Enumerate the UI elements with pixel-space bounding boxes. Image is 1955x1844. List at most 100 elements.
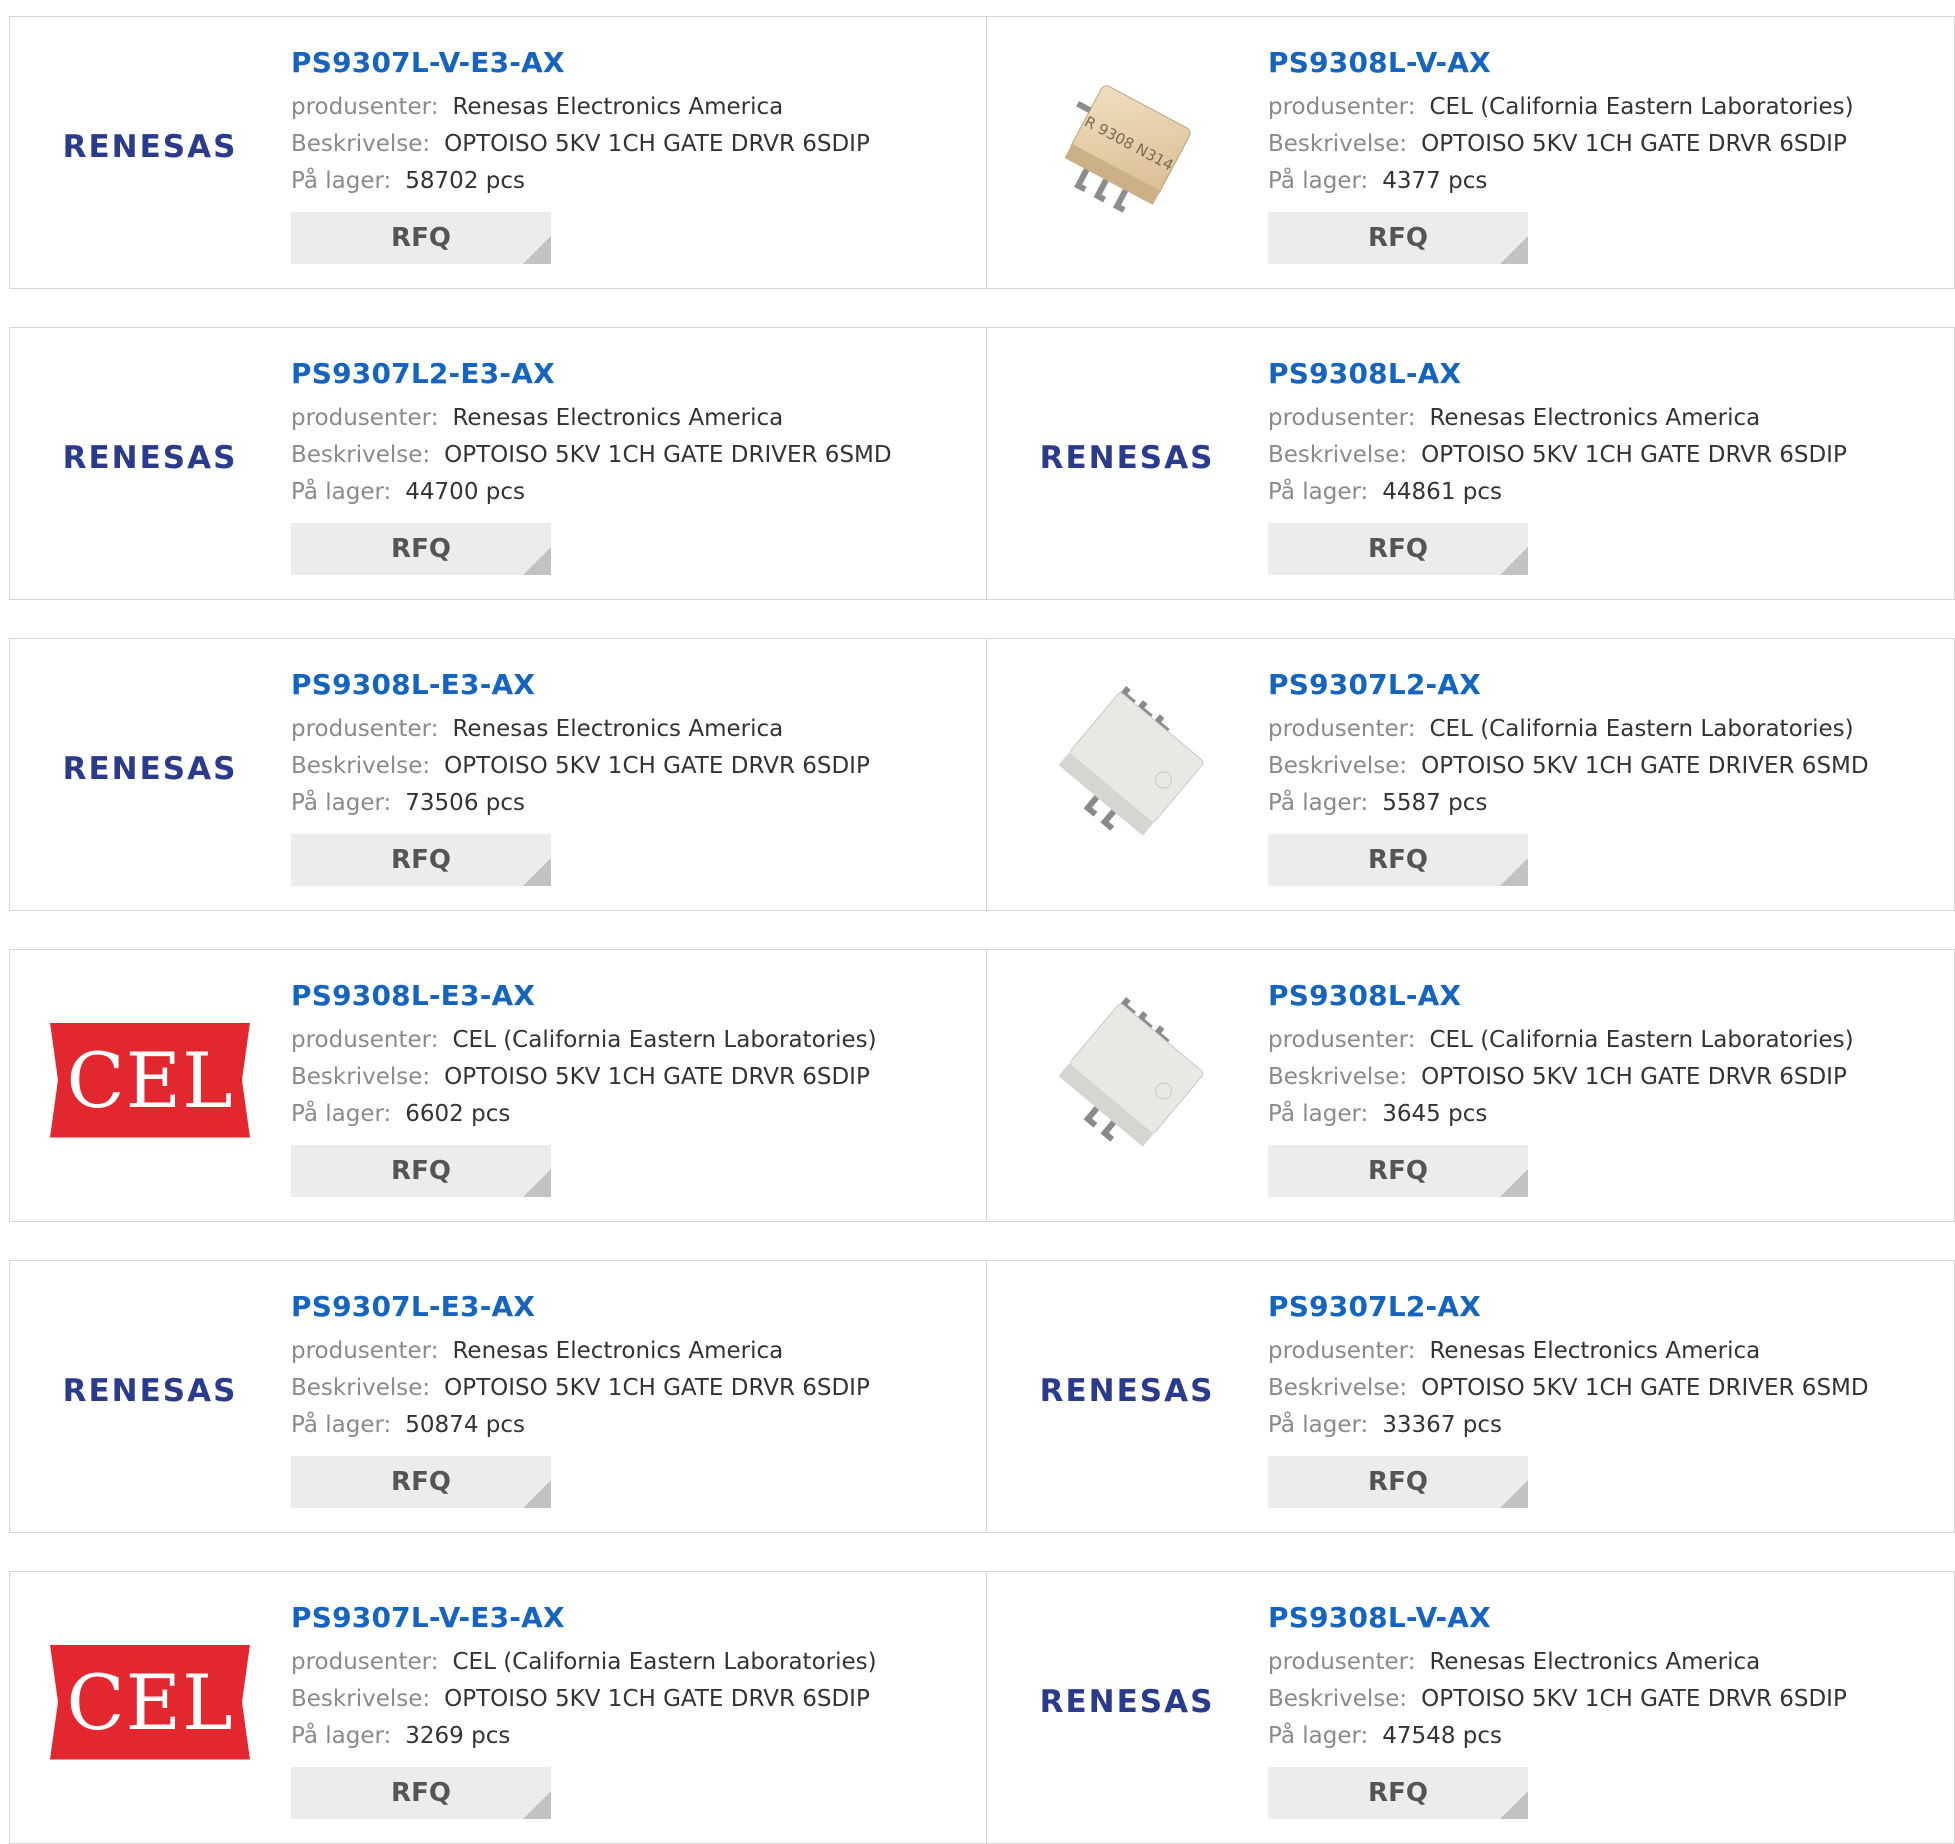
description-value: OPTOISO 5KV 1CH GATE DRIVER 6SMD — [1421, 753, 1869, 779]
rfq-button[interactable]: RFQ — [291, 834, 551, 886]
part-number-link[interactable]: PS9308L-V-AX — [1268, 45, 1948, 81]
description-label: Beskrivelse: — [1268, 1375, 1408, 1401]
product-card: RENESAS PS9307L-E3-AX produsenter: Renesa… — [10, 1261, 987, 1532]
product-image[interactable]: RENESAS — [50, 47, 250, 247]
product-card: R 9308 N314 PS9308L-V-AX produsenter: CEL… — [987, 17, 1955, 288]
rfq-button[interactable]: RFQ — [1268, 1767, 1528, 1819]
product-image[interactable]: CEL — [50, 980, 250, 1180]
description-line: Beskrivelse: OPTOISO 5KV 1CH GATE DRIVER … — [1268, 1370, 1948, 1407]
rfq-button[interactable]: RFQ — [291, 1767, 551, 1819]
optoisolator-chip-icon — [1058, 997, 1204, 1147]
stock-line: På lager: 58702 pcs — [291, 163, 971, 200]
product-card: CEL PS9307L-V-E3-AX produsenter: CEL (Cal… — [10, 1572, 987, 1843]
rfq-button[interactable]: RFQ — [1268, 834, 1528, 886]
renesas-logo: RENESAS — [1039, 440, 1215, 476]
stock-line: På lager: 4377 pcs — [1268, 163, 1948, 200]
manufacturer-line: produsenter: CEL (California Eastern Labo… — [291, 1644, 971, 1681]
rfq-label: RFQ — [391, 223, 451, 253]
stock-line: På lager: 50874 pcs — [291, 1407, 971, 1444]
product-info: PS9307L-V-E3-AX produsenter: CEL (Califor… — [291, 1600, 971, 1819]
manufacturer-label: produsenter: — [291, 1027, 439, 1053]
stock-label: På lager: — [1268, 790, 1369, 816]
product-image[interactable]: RENESAS — [1027, 358, 1227, 558]
product-card: RENESAS PS9307L2-AX produsenter: Renesas … — [987, 1261, 1955, 1532]
manufacturer-value: CEL (California Eastern Laboratories) — [452, 1027, 877, 1053]
stock-label: På lager: — [291, 479, 392, 505]
description-line: Beskrivelse: OPTOISO 5KV 1CH GATE DRVR 6S… — [291, 748, 971, 785]
part-number-link[interactable]: PS9308L-V-AX — [1268, 1600, 1948, 1636]
stock-label: På lager: — [291, 1412, 392, 1438]
manufacturer-label: produsenter: — [1268, 1027, 1416, 1053]
rfq-button[interactable]: RFQ — [1268, 1456, 1528, 1508]
manufacturer-label: produsenter: — [1268, 94, 1416, 120]
manufacturer-label: produsenter: — [1268, 1338, 1416, 1364]
description-line: Beskrivelse: OPTOISO 5KV 1CH GATE DRVR 6S… — [291, 1370, 971, 1407]
part-number-link[interactable]: PS9308L-E3-AX — [291, 978, 971, 1014]
rfq-button[interactable]: RFQ — [291, 212, 551, 264]
product-image[interactable]: RENESAS — [50, 358, 250, 558]
description-label: Beskrivelse: — [291, 1375, 431, 1401]
optoisolator-chip-icon: R 9308 N314 — [1064, 85, 1191, 213]
stock-label: På lager: — [291, 1723, 392, 1749]
stock-label: På lager: — [1268, 1101, 1369, 1127]
part-number-link[interactable]: PS9308L-E3-AX — [291, 667, 971, 703]
product-image[interactable]: CEL — [50, 1602, 250, 1802]
stock-label: På lager: — [291, 1101, 392, 1127]
product-card: RENESAS PS9308L-E3-AX produsenter: Renesa… — [10, 639, 987, 910]
manufacturer-line: produsenter: Renesas Electronics America — [291, 400, 971, 437]
stock-label: På lager: — [291, 168, 392, 194]
product-info: PS9307L2-AX produsenter: Renesas Electron… — [1268, 1289, 1948, 1508]
rfq-button[interactable]: RFQ — [291, 1456, 551, 1508]
description-line: Beskrivelse: OPTOISO 5KV 1CH GATE DRIVER … — [291, 437, 971, 474]
description-line: Beskrivelse: OPTOISO 5KV 1CH GATE DRVR 6S… — [1268, 1059, 1948, 1096]
manufacturer-line: produsenter: Renesas Electronics America — [291, 711, 971, 748]
product-image[interactable]: RENESAS — [1027, 1291, 1227, 1491]
product-info: PS9308L-E3-AX produsenter: Renesas Electr… — [291, 667, 971, 886]
product-image[interactable] — [1027, 669, 1227, 869]
corner-triangle-icon — [1500, 1169, 1528, 1197]
rfq-button[interactable]: RFQ — [291, 1145, 551, 1197]
part-number-link[interactable]: PS9307L2-AX — [1268, 667, 1948, 703]
product-card: PS9308L-AX produsenter: CEL (California E… — [987, 950, 1955, 1221]
part-number-link[interactable]: PS9308L-AX — [1268, 356, 1948, 392]
product-image[interactable] — [1027, 980, 1227, 1180]
stock-value: 3645 pcs — [1382, 1101, 1488, 1127]
product-card: RENESAS PS9308L-V-AX produsenter: Renesas… — [987, 1572, 1955, 1843]
part-number-link[interactable]: PS9308L-AX — [1268, 978, 1948, 1014]
corner-triangle-icon — [523, 1169, 551, 1197]
manufacturer-line: produsenter: Renesas Electronics America — [1268, 1333, 1948, 1370]
stock-line: På lager: 73506 pcs — [291, 785, 971, 822]
rfq-label: RFQ — [1368, 223, 1428, 253]
product-info: PS9307L2-E3-AX produsenter: Renesas Elect… — [291, 356, 971, 575]
description-line: Beskrivelse: OPTOISO 5KV 1CH GATE DRVR 6S… — [291, 126, 971, 163]
cel-logo: CEL — [50, 1022, 250, 1138]
optoisolator-chip-icon — [1058, 686, 1204, 836]
product-card: RENESAS PS9307L2-E3-AX produsenter: Renes… — [10, 328, 987, 599]
part-number-link[interactable]: PS9307L-V-E3-AX — [291, 1600, 971, 1636]
product-image[interactable]: R 9308 N314 — [1027, 47, 1227, 247]
stock-line: På lager: 47548 pcs — [1268, 1718, 1948, 1755]
renesas-logo: RENESAS — [62, 440, 238, 476]
rfq-button[interactable]: RFQ — [1268, 212, 1528, 264]
rfq-button[interactable]: RFQ — [1268, 523, 1528, 575]
product-image[interactable]: RENESAS — [50, 669, 250, 869]
product-image[interactable]: RENESAS — [1027, 1602, 1227, 1802]
rfq-button[interactable]: RFQ — [1268, 1145, 1528, 1197]
part-number-link[interactable]: PS9307L2-AX — [1268, 1289, 1948, 1325]
product-row: RENESAS PS9308L-E3-AX produsenter: Renesa… — [9, 638, 1955, 911]
description-line: Beskrivelse: OPTOISO 5KV 1CH GATE DRVR 6S… — [291, 1681, 971, 1718]
rfq-label: RFQ — [391, 1156, 451, 1186]
stock-label: På lager: — [1268, 479, 1369, 505]
description-value: OPTOISO 5KV 1CH GATE DRVR 6SDIP — [444, 1375, 870, 1401]
rfq-button[interactable]: RFQ — [291, 523, 551, 575]
stock-value: 58702 pcs — [405, 168, 525, 194]
rfq-label: RFQ — [391, 845, 451, 875]
manufacturer-label: produsenter: — [1268, 716, 1416, 742]
part-number-link[interactable]: PS9307L2-E3-AX — [291, 356, 971, 392]
product-card: CEL PS9308L-E3-AX produsenter: CEL (Calif… — [10, 950, 987, 1221]
stock-label: På lager: — [1268, 1723, 1369, 1749]
part-number-link[interactable]: PS9307L-V-E3-AX — [291, 45, 971, 81]
product-card: RENESAS PS9307L-V-E3-AX produsenter: Rene… — [10, 17, 987, 288]
product-image[interactable]: RENESAS — [50, 1291, 250, 1491]
part-number-link[interactable]: PS9307L-E3-AX — [291, 1289, 971, 1325]
